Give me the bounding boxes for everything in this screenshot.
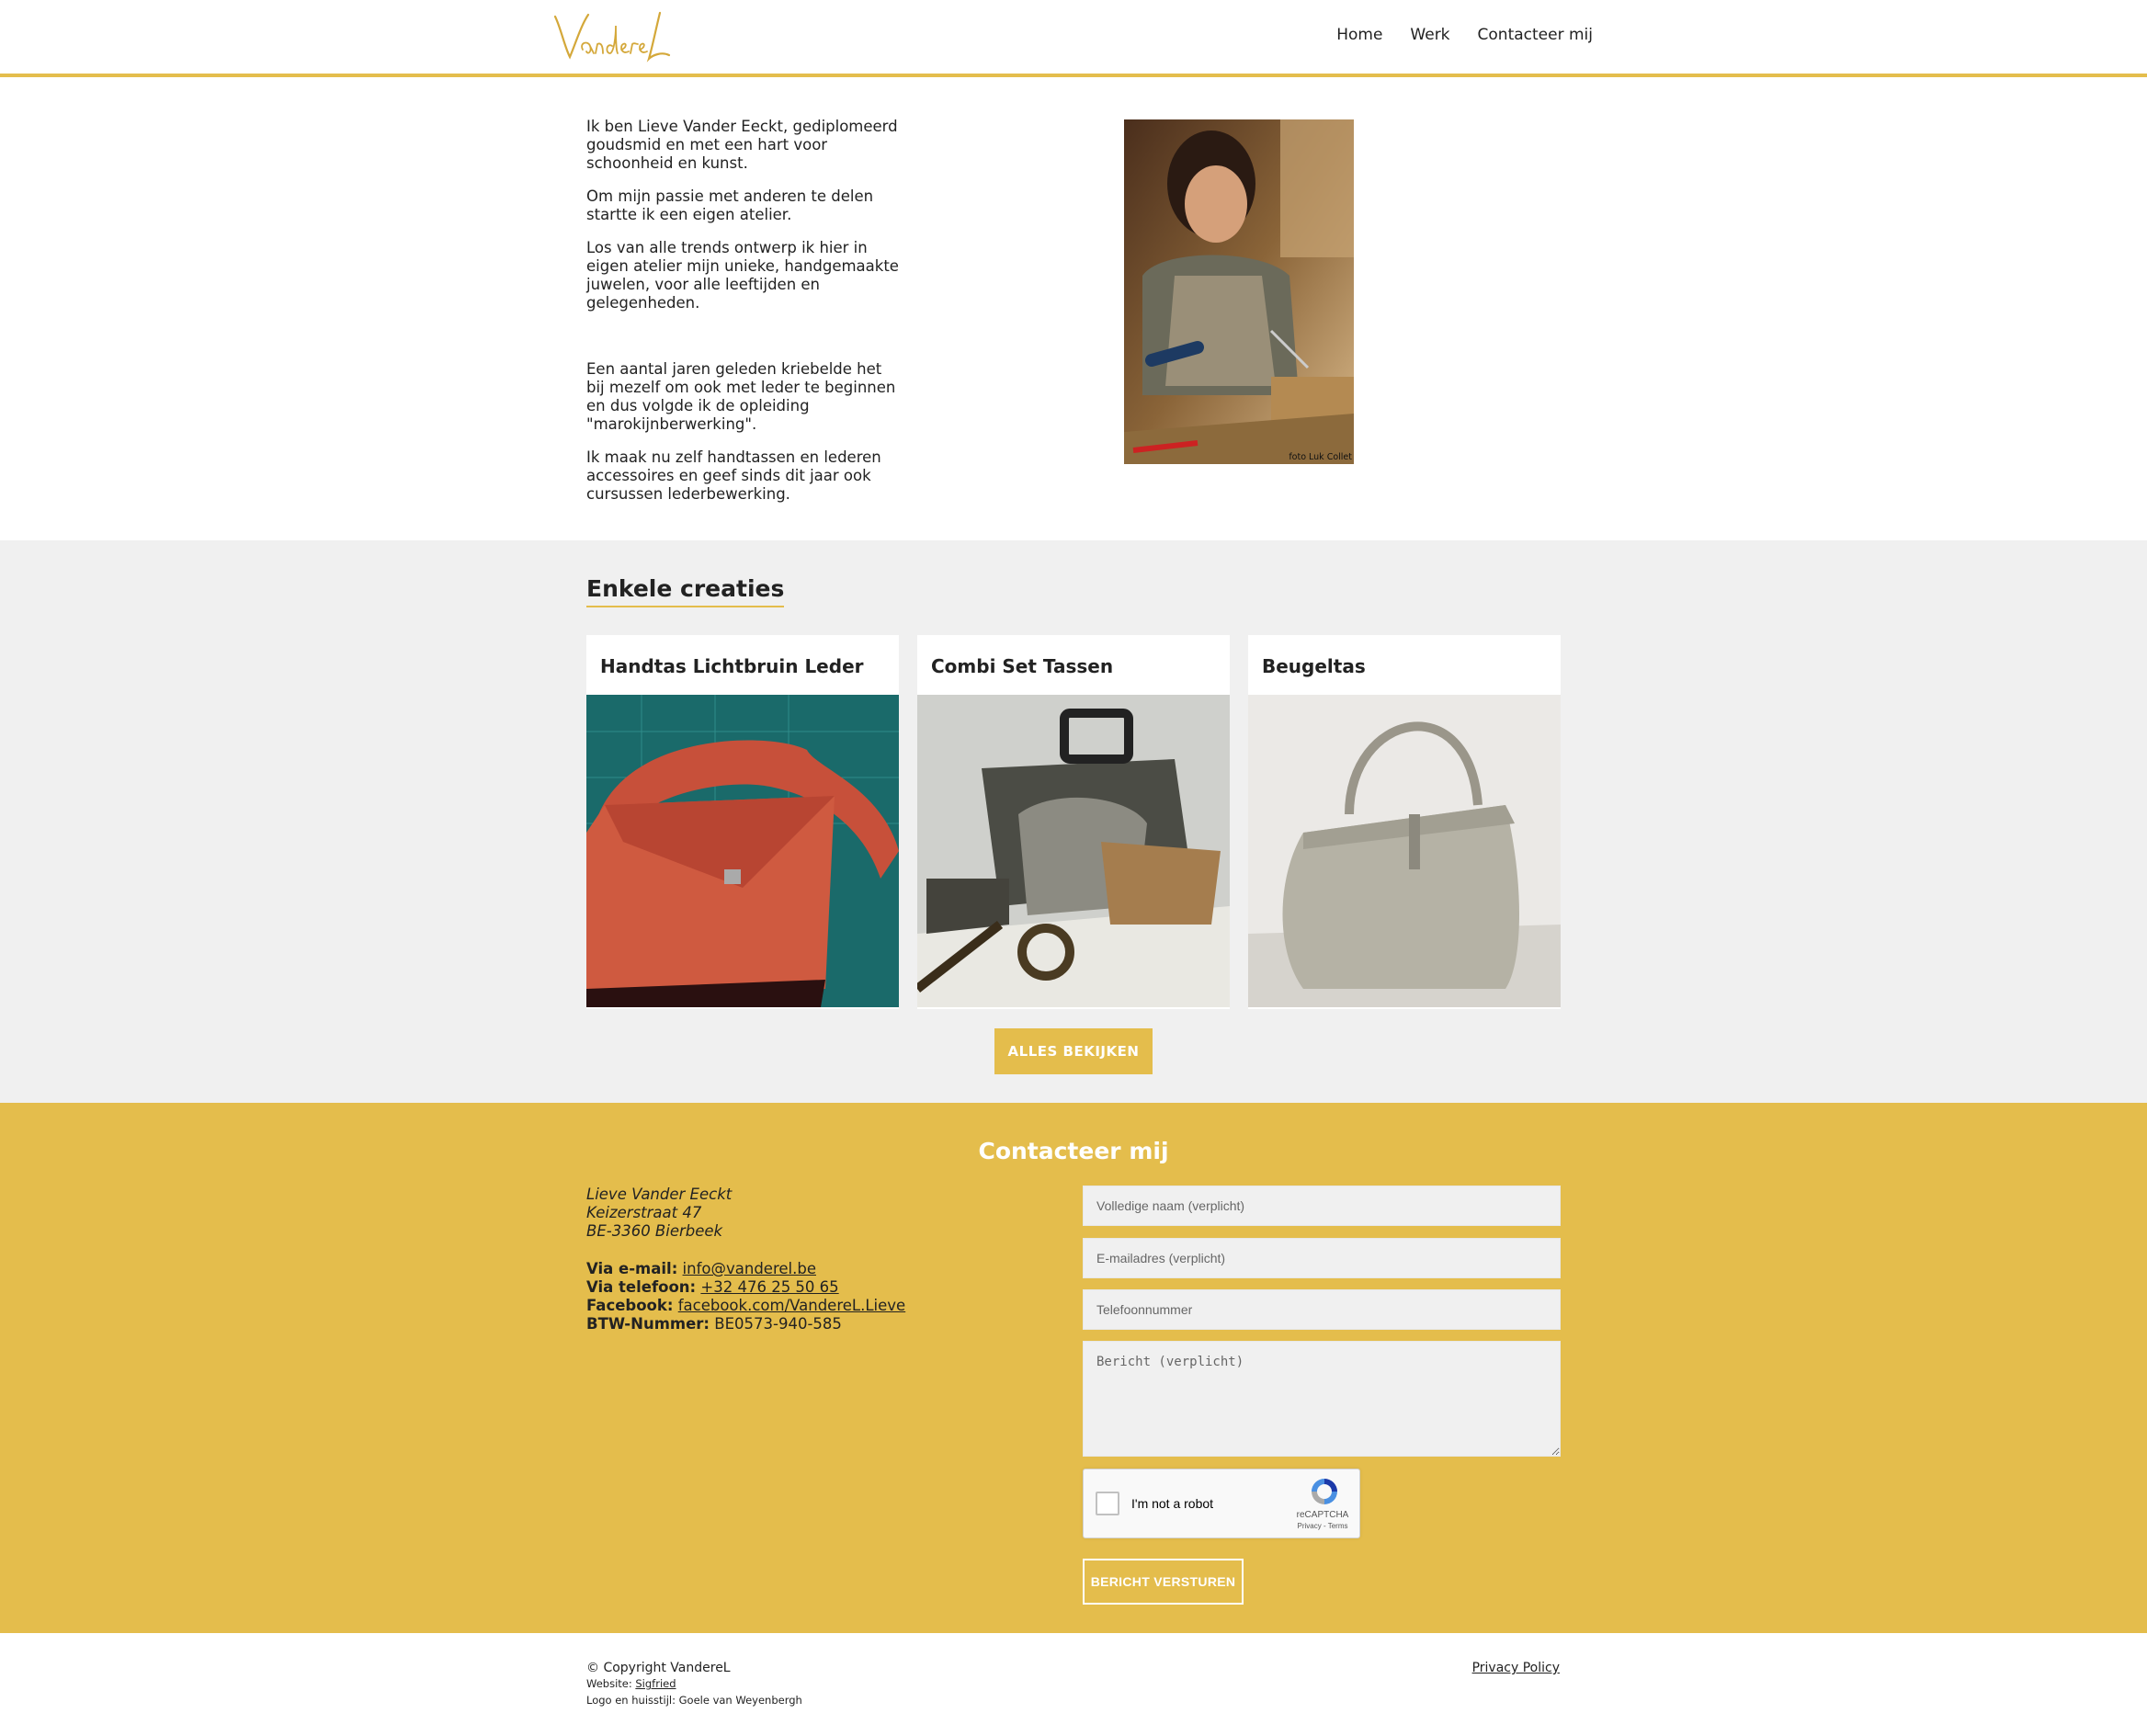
email-link[interactable]: info@vanderel.be [683,1260,816,1277]
view-all-button[interactable]: ALLES BEKIJKEN [994,1028,1153,1074]
nav-home[interactable]: Home [1336,26,1382,44]
email-label: Via e-mail: [586,1260,678,1277]
site-footer: © Copyright VandereL Website: Sigfried L… [0,1633,2147,1736]
contact-section: Contacteer mij Lieve Vander Eeckt Keizer… [0,1103,2147,1633]
address-line: Lieve Vander Eeckt [586,1186,733,1203]
intro-section: Ik ben Lieve Vander Eeckt, gediplomeerd … [0,77,2147,540]
photo-credit: foto Luk Collet [1289,452,1352,462]
logo-credits: Logo en huisstijl: Goele van Weyenbergh [586,1694,802,1707]
website-label: Website: [586,1677,632,1690]
creation-card[interactable]: Handtas Lichtbruin Leder [586,635,899,1009]
intro-paragraph: Ik maak nu zelf handtassen en lederen ac… [586,448,881,503]
creation-card[interactable]: Beugeltas [1248,635,1561,1009]
vat-label: BTW-Nummer: [586,1315,710,1333]
portrait-photo: foto Luk Collet [1124,119,1354,464]
email-field[interactable] [1083,1238,1561,1278]
creations-title: Enkele creaties [586,575,785,607]
contact-title: Contacteer mij [978,1138,1169,1164]
privacy-policy-link[interactable]: Privacy Policy [1472,1661,1560,1675]
recaptcha-label: I'm not a robot [1131,1496,1214,1511]
creation-card[interactable]: Combi Set Tassen [917,635,1230,1009]
vat-number: BE0573-940-585 [714,1315,842,1333]
creation-image-combi-set[interactable] [917,695,1230,1007]
copyright-text: © Copyright VandereL [586,1661,731,1675]
nav-contact[interactable]: Contacteer mij [1478,26,1593,44]
creation-card-title: Handtas Lichtbruin Leder [600,655,864,677]
recaptcha-icon [1312,1479,1337,1504]
site-header: Home Werk Contacteer mij [0,0,2147,77]
intro-paragraph: Om mijn passie met anderen te delen star… [586,187,874,223]
recaptcha-widget: I'm not a robot reCAPTCHA Privacy - Term… [1083,1469,1360,1538]
name-field[interactable] [1083,1186,1561,1226]
main-nav: Home Werk Contacteer mij [1336,26,1593,44]
intro-paragraph: Ik ben Lieve Vander Eeckt, gediplomeerd … [586,118,898,172]
creation-image-beugeltas[interactable] [1248,695,1561,1007]
phone-label: Via telefoon: [586,1278,697,1296]
intro-paragraph: Los van alle trends ontwerp ik hier in e… [586,239,899,312]
creation-image-handbag-brown[interactable] [586,695,899,1007]
address-line: Keizerstraat 47 [586,1204,702,1221]
intro-text: Ik ben Lieve Vander Eeckt, gediplomeerd … [586,118,903,518]
creations-section: Enkele creaties Handtas Lichtbruin Leder… [0,540,2147,1103]
address-line: BE-3360 Bierbeek [586,1222,723,1240]
vanderel-logo[interactable] [551,9,671,66]
contact-details: Via e-mail: info@vanderel.be Via telefoo… [586,1260,905,1333]
nav-werk[interactable]: Werk [1410,26,1449,44]
recaptcha-links[interactable]: Privacy - Terms [1295,1522,1350,1530]
creation-card-title: Combi Set Tassen [931,655,1114,677]
website-credit: Website: Sigfried [586,1677,676,1690]
recaptcha-checkbox[interactable] [1096,1492,1119,1515]
phone-field[interactable] [1083,1289,1561,1330]
creation-card-title: Beugeltas [1262,655,1366,677]
phone-link[interactable]: +32 476 25 50 65 [700,1278,838,1296]
message-field[interactable] [1083,1341,1561,1457]
send-message-button[interactable]: BERICHT VERSTUREN [1083,1559,1244,1605]
facebook-label: Facebook: [586,1297,674,1314]
website-credit-link[interactable]: Sigfried [635,1677,676,1690]
address-block: Lieve Vander Eeckt Keizerstraat 47 BE-33… [586,1186,732,1241]
facebook-link[interactable]: facebook.com/VandereL.Lieve [678,1297,905,1314]
intro-paragraph: Een aantal jaren geleden kriebelde het b… [586,360,896,433]
recaptcha-brand: reCAPTCHA [1296,1510,1349,1520]
